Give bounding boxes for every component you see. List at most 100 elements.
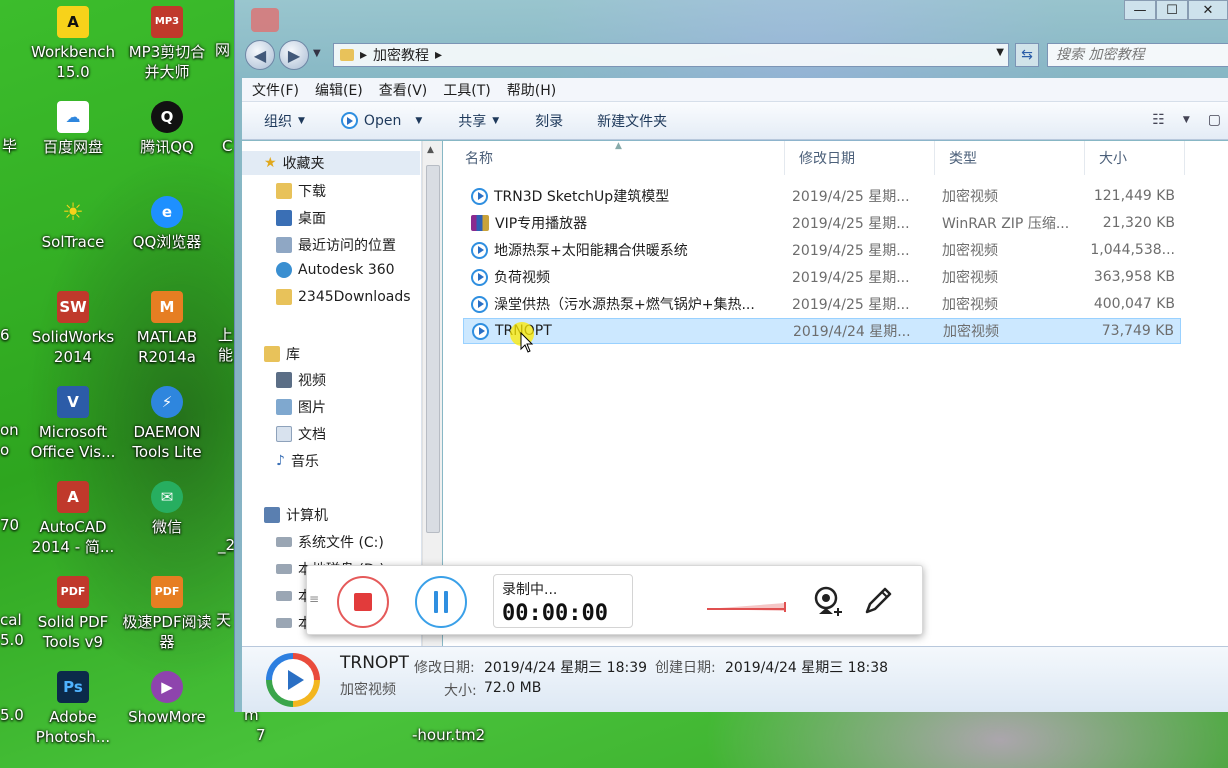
column-header-size[interactable]: 大小 <box>1085 141 1185 175</box>
archive-file-icon <box>471 215 489 231</box>
sun-icon: ☀ <box>62 198 84 226</box>
nav-favorites[interactable]: ★ 收藏夹 <box>242 151 420 175</box>
partial-label: -hour.tm2 <box>412 726 486 744</box>
mp3-icon: MP3 <box>151 6 183 38</box>
table-row-selected[interactable]: TRNOPT 2019/4/24 星期... 加密视频 73,749 KB <box>463 318 1181 344</box>
desktop-icon-fast-pdf[interactable]: PDF 极速PDF阅读 器 <box>117 576 217 652</box>
chevron-down-icon[interactable]: ▼ <box>996 47 1004 58</box>
desktop-icon-qq-browser[interactable]: e QQ浏览器 <box>117 196 217 252</box>
partial-label: 5.0 <box>0 631 24 649</box>
nav-2345downloads[interactable]: 2345Downloads <box>276 289 411 305</box>
desktop-icon-tencent-qq[interactable]: Q 腾讯QQ <box>117 101 217 157</box>
maximize-button[interactable]: ☐ <box>1156 0 1188 20</box>
nav-videos[interactable]: 视频 <box>276 370 326 390</box>
arrow-left-icon: ◀ <box>253 45 267 65</box>
desktop-icon-baidu-netdisk[interactable]: ☁ 百度网盘 <box>23 101 123 157</box>
video-file-icon <box>472 322 489 340</box>
menu-edit[interactable]: 编辑(E) <box>315 80 363 100</box>
pen-annotate-icon[interactable] <box>861 584 895 618</box>
details-file-type: 加密视频 <box>340 682 396 698</box>
menu-tools[interactable]: 工具(T) <box>443 80 490 100</box>
nav-system-drive[interactable]: 系统文件 (C:) <box>276 532 384 552</box>
webcam-icon[interactable] <box>811 584 845 618</box>
drag-handle-icon[interactable]: ≡ <box>309 592 319 606</box>
table-row[interactable]: TRN3D SketchUp建筑模型 2019/4/25 星期... 加密视频 … <box>463 183 1181 209</box>
solidworks-icon: SW <box>57 291 89 323</box>
stop-recording-button[interactable] <box>337 576 389 628</box>
desktop-icon-wechat[interactable]: ✉ 微信 <box>117 481 217 537</box>
back-button[interactable]: ◀ <box>245 40 275 70</box>
drive-icon <box>276 564 292 574</box>
showmore-icon: ▶ <box>151 671 183 703</box>
address-segment[interactable]: 加密教程 <box>373 45 429 65</box>
close-button[interactable]: ✕ <box>1188 0 1228 20</box>
nav-pictures[interactable]: 图片 <box>276 397 326 417</box>
nav-computer[interactable]: 计算机 <box>264 505 328 525</box>
nav-libraries[interactable]: 库 <box>264 344 300 364</box>
autocad-icon: A <box>57 481 89 513</box>
address-arrow[interactable]: ▸ <box>435 47 442 63</box>
column-header-type[interactable]: 类型 <box>935 141 1085 175</box>
view-options: ☷ ▼ ▢ <box>1152 112 1221 128</box>
desktop-icon-autocad[interactable]: A AutoCAD 2014 - 简... <box>23 481 123 557</box>
nav-recent[interactable]: 最近访问的位置 <box>276 235 396 255</box>
scroll-up-icon[interactable]: ▲ <box>427 145 434 155</box>
table-row[interactable]: 澡堂供热（污水源热泵+燃气锅炉+集热... 2019/4/25 星期... 加密… <box>463 291 1181 317</box>
address-bar[interactable]: ▸ 加密教程 ▸ ▼ <box>333 43 1009 67</box>
desktop-icon-photoshop[interactable]: Ps Adobe Photosh... <box>23 671 123 747</box>
preview-pane-icon[interactable]: ▢ <box>1208 112 1221 128</box>
column-header-date[interactable]: 修改日期 <box>785 141 935 175</box>
lightning-icon: ⚡ <box>151 386 183 418</box>
table-row[interactable]: 地源热泵+太阳能耦合供暖系统 2019/4/25 星期... 加密视频 1,04… <box>463 237 1181 263</box>
desktop-icon-matlab[interactable]: M MATLAB R2014a <box>117 291 217 367</box>
scroll-thumb[interactable] <box>426 165 440 533</box>
folder-icon <box>340 49 354 61</box>
pause-recording-button[interactable] <box>415 576 467 628</box>
documents-library-icon <box>276 426 292 442</box>
desktop-icon <box>276 210 292 226</box>
details-pane: TRNOPT 加密视频 修改日期: 2019/4/24 星期三 18:39 创建… <box>242 646 1228 712</box>
desktop-icon-showmore[interactable]: ▶ ShowMore <box>117 671 217 727</box>
desktop-icon-workbench[interactable]: A Workbench 15.0 <box>23 6 123 82</box>
desktop-icon-mp3-cutter[interactable]: MP3 MP3剪切合 并大师 <box>117 6 217 82</box>
matlab-icon: M <box>151 291 183 323</box>
nav-desktop[interactable]: 桌面 <box>276 208 326 228</box>
star-icon: ★ <box>264 155 277 171</box>
search-input[interactable]: 搜索 加密教程 <box>1047 43 1228 67</box>
recent-pages-dropdown[interactable]: ▼ <box>313 48 321 59</box>
desktop-icon-solidworks[interactable]: SW SolidWorks 2014 <box>23 291 123 367</box>
minimize-button[interactable]: — <box>1124 0 1156 20</box>
share-button[interactable]: 共享 ▼ <box>458 111 499 131</box>
desktop-icon-soltrace[interactable]: ☀ SolTrace <box>23 196 123 252</box>
view-list-icon[interactable]: ☷ <box>1152 112 1165 128</box>
menu-file[interactable]: 文件(F) <box>252 80 299 100</box>
new-folder-button[interactable]: 新建文件夹 <box>597 111 667 131</box>
drive-icon <box>276 591 292 601</box>
burn-button[interactable]: 刻录 <box>535 111 563 131</box>
forward-button[interactable]: ▶ <box>279 40 309 70</box>
caret-down-icon[interactable]: ▼ <box>1183 115 1190 128</box>
library-icon <box>264 346 280 362</box>
computer-icon <box>264 507 280 523</box>
nav-autodesk-360[interactable]: Autodesk 360 <box>276 262 395 278</box>
nav-documents[interactable]: 文档 <box>276 424 326 444</box>
pictures-library-icon <box>276 399 292 415</box>
organize-button[interactable]: 组织 ▼ <box>264 111 305 131</box>
recording-timer: 00:00:00 <box>502 601 608 626</box>
open-button[interactable]: Open ▼ <box>340 112 422 129</box>
refresh-button[interactable]: ⇆ <box>1015 43 1039 67</box>
menu-help[interactable]: 帮助(H) <box>507 80 556 100</box>
table-row[interactable]: VIP专用播放器 2019/4/25 星期... WinRAR ZIP 压缩..… <box>463 210 1181 236</box>
nav-downloads[interactable]: 下载 <box>276 181 326 201</box>
nav-music[interactable]: ♪ 音乐 <box>276 451 319 471</box>
desktop-icon-office-visio[interactable]: V Microsoft Office Vis... <box>23 386 123 462</box>
partial-label: 6 <box>0 326 10 344</box>
drive-icon <box>276 537 292 547</box>
desktop-icon-solid-pdf[interactable]: PDF Solid PDF Tools v9 <box>23 576 123 652</box>
autodesk-icon <box>276 262 292 278</box>
desktop-icon-daemon-tools[interactable]: ⚡ DAEMON Tools Lite <box>117 386 217 462</box>
menu-view[interactable]: 查看(V) <box>379 80 428 100</box>
drive-icon <box>276 618 292 628</box>
video-file-icon <box>471 295 488 313</box>
table-row[interactable]: 负荷视频 2019/4/25 星期... 加密视频 363,958 KB <box>463 264 1181 290</box>
